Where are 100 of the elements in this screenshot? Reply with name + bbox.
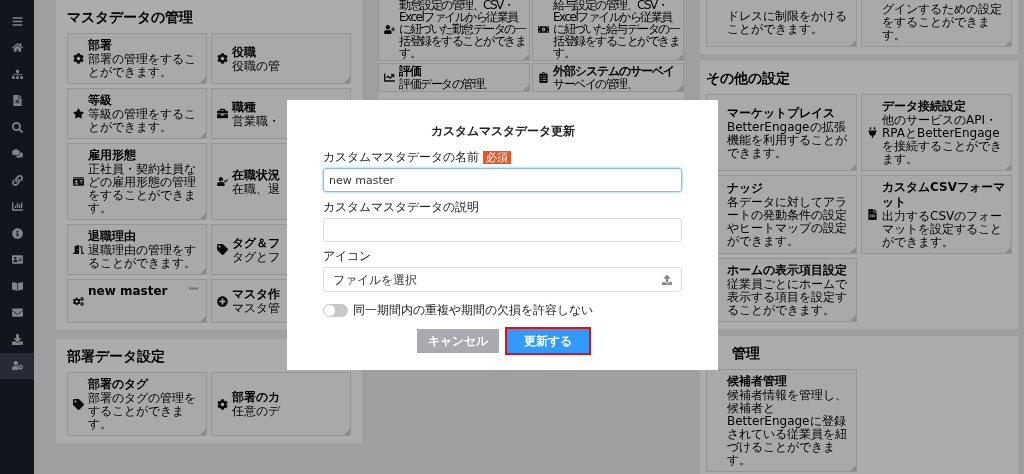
briefcase-icon xyxy=(216,108,228,119)
sidebar-item[interactable] xyxy=(0,352,34,379)
dialog-title: カスタムマスタデータ更新 xyxy=(430,123,575,140)
card-description: 役職の管 xyxy=(232,59,280,73)
card[interactable]: カスタムCSVフォーマット 出力するCSVのフォーマットを設定することができます。 xyxy=(861,175,1012,254)
card-title: 等級 xyxy=(88,93,113,108)
card-description: 退職理由の管理をすることができます。 xyxy=(88,244,197,270)
card-description: サーベイの管理、 xyxy=(553,78,638,90)
mail-icon xyxy=(11,307,23,319)
card[interactable]: 雇用形態 正社員・契約社員などの雇用形態の管理をすることができます。 xyxy=(67,143,207,220)
menu-icon xyxy=(11,15,23,27)
card-title: 評価 xyxy=(399,65,423,78)
required-badge: 必須 xyxy=(483,150,511,164)
card[interactable]: 部署のタグ 部署のタグの管理をすることができます。 xyxy=(67,372,207,436)
card-description: 他のサービスのAPI・RPAとBetterEngageを接続することができます。 xyxy=(882,114,1003,166)
csv-file-icon xyxy=(866,209,878,220)
card[interactable]: 退職理由 退職理由の管理をすることができます。 xyxy=(67,224,207,275)
card-title: new master xyxy=(88,284,168,299)
gear-icon xyxy=(216,398,228,410)
toggle-label: 同一期間内の重複や期間の欠損を許容しない xyxy=(353,302,593,319)
user-settings-icon xyxy=(11,360,23,372)
card-description: 部署の管理をすることができます。 xyxy=(88,53,197,79)
tag-icon xyxy=(72,398,84,410)
gears-icon xyxy=(72,295,84,307)
card-description: 正社員・契約社員などの雇用形態の管理をすることができます。 xyxy=(88,163,197,215)
card-description: 出力するCSVのフォーマットを設定することができます。 xyxy=(882,210,1004,249)
name-input-field[interactable]: new master xyxy=(323,168,682,192)
card-title: タグ＆フ xyxy=(232,235,280,251)
toggle-switch[interactable] xyxy=(323,303,348,317)
home-icon xyxy=(11,42,23,54)
id-card-icon xyxy=(72,176,84,187)
gear-icon xyxy=(216,53,228,64)
card-description: 在職、退 xyxy=(232,182,280,196)
card-description: 営業職・ xyxy=(232,114,280,128)
card[interactable]: データ接続設定 他のサービスのAPI・RPAとBetterEngageを接続することができます。 xyxy=(861,94,1012,171)
card-description: ドレスに制限をかけることができます。 xyxy=(727,9,848,36)
card[interactable]: 役職 役職の管 xyxy=(211,33,351,84)
document-icon xyxy=(11,95,23,107)
card-title: 雇用形態 xyxy=(88,148,137,163)
card-description: BetterEngageの拡張機能を利用することができます。 xyxy=(727,120,848,160)
card[interactable]: ドレスに制限をかけることができます。 xyxy=(706,0,857,47)
card-description: マスタ管 xyxy=(232,302,280,315)
info-icon xyxy=(11,227,23,239)
card-title: ナッジ xyxy=(727,181,764,196)
upload-icon xyxy=(662,274,672,285)
card-description: 従業員ごとにホームで表示する項目を設定することができます。 xyxy=(727,278,848,317)
link-icon xyxy=(11,174,23,186)
card-description: 部署のタグの管理をすることができます。 xyxy=(88,392,197,431)
card-title: 職種 xyxy=(232,99,257,115)
contact-card-icon xyxy=(11,254,23,266)
book-icon xyxy=(11,280,23,292)
chart-icon xyxy=(383,72,395,83)
card-title: 外部システムのサーベイ xyxy=(553,65,674,78)
card-title: 役職 xyxy=(232,44,257,60)
tag-icon xyxy=(216,244,228,255)
card-title: 退職理由 xyxy=(88,229,137,244)
card-title: 部署のカ xyxy=(232,390,280,405)
card-description: タグとフ xyxy=(232,250,280,264)
search-icon xyxy=(11,121,23,133)
card-description: グインするための設定をすることができます。 xyxy=(882,3,1003,42)
card-description: 等級の管理をすることができます。 xyxy=(88,108,197,134)
door-icon xyxy=(72,244,84,255)
panel-title: 管理 xyxy=(731,344,761,362)
card-title: カスタムCSVフォーマット xyxy=(882,180,1006,210)
chat-icon xyxy=(11,148,23,160)
card-title: ホームの表示項目設定 xyxy=(727,263,848,278)
card[interactable]: 等級 等級の管理をすることができます。 xyxy=(67,88,207,139)
card-title: マスタ作 xyxy=(232,287,280,302)
person-icon xyxy=(216,176,228,187)
card[interactable]: 部署 部署の管理をすることができます。 xyxy=(67,33,207,84)
card-title: 部署 xyxy=(88,38,113,53)
card-title: 在職状況 xyxy=(232,167,280,183)
description-input-field[interactable] xyxy=(323,218,682,242)
clipboard-icon xyxy=(537,72,549,83)
card[interactable]: 外部システムのサーベイ サーベイの管理、 xyxy=(532,63,684,92)
card[interactable]: マーケットプレイス BetterEngageの拡張機能を利用することができます。 xyxy=(706,94,857,171)
card-description: 評価データの管理、 xyxy=(399,78,494,90)
card[interactable]: new master xyxy=(67,279,207,323)
card-title: 部署のタグ xyxy=(88,377,150,392)
card-description: 候補者情報を管理し、候補者とBetterEngageに登録されている従業員を紐づけることができます。 xyxy=(727,389,848,467)
card[interactable]: 候補者管理 候補者情報を管理し、候補者とBetterEngageに登録されている従業員を紐づけることができます。 xyxy=(706,369,857,472)
panel-title: 部署データ設定 xyxy=(67,347,166,365)
card-title: マーケットプレイス xyxy=(727,105,836,121)
card-description: 任意のデ xyxy=(232,405,280,418)
card-title: 候補者管理 xyxy=(727,374,788,389)
panel-title: マスタデータの管理 xyxy=(67,8,194,26)
card[interactable]: グインするための設定をすることができます。 xyxy=(861,0,1012,47)
sitemap-icon xyxy=(11,68,23,80)
money-icon xyxy=(537,23,549,35)
plug-icon xyxy=(866,127,878,138)
person-plus-icon xyxy=(383,23,395,35)
file-input-field[interactable]: ファイルを選択 xyxy=(323,267,682,292)
card-description: 各データに対してアラートの発動条件の設定やヒートマップの設定ができます。 xyxy=(727,196,848,248)
card-title: データ接続設定 xyxy=(882,99,967,114)
chart-icon xyxy=(11,201,23,213)
gear-icon xyxy=(72,53,84,64)
panel-title: その他の設定 xyxy=(706,69,791,87)
card[interactable]: 部署のカ 任意のデ xyxy=(211,372,351,436)
download-icon xyxy=(11,333,23,345)
card[interactable]: 評価 評価データの管理、 xyxy=(378,63,530,92)
